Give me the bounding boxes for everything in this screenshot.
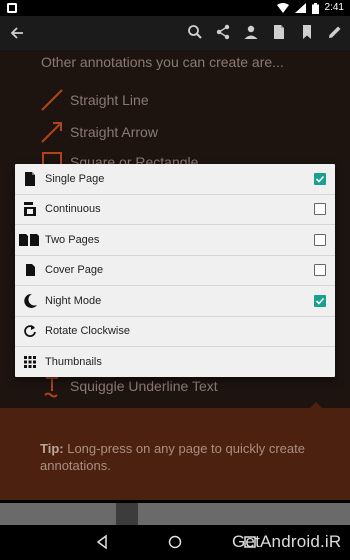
cover-page-checkbox[interactable] xyxy=(314,264,326,277)
moon-icon xyxy=(19,290,41,312)
app-toolbar xyxy=(0,16,350,50)
arrow-left-icon[interactable] xyxy=(8,24,26,42)
night-mode-checkbox[interactable] xyxy=(314,294,326,307)
annotation-label: Straight Arrow xyxy=(70,124,158,140)
watermark: GetAndroid.iR xyxy=(232,532,342,551)
intro-text: Other annotations you can create are... xyxy=(41,54,284,70)
menu-item-continuous[interactable]: Continuous xyxy=(15,195,335,225)
annotation-label: Squiggle Underline Text xyxy=(70,378,218,394)
tip-label: Tip: xyxy=(40,441,64,456)
page-scrollbar[interactable] xyxy=(0,503,350,525)
menu-item-label: Rotate Clockwise xyxy=(45,325,130,338)
menu-item-label: Night Mode xyxy=(45,294,102,307)
page-icon[interactable] xyxy=(270,23,288,41)
scrollbar-thumb[interactable] xyxy=(116,503,138,525)
account-icon[interactable] xyxy=(242,23,260,41)
battery-icon xyxy=(311,2,319,14)
menu-item-label: Thumbnails xyxy=(45,356,102,369)
two-pages-icon xyxy=(17,229,41,251)
nav-home-icon[interactable] xyxy=(167,534,183,550)
clock: 2:41 xyxy=(324,2,344,13)
wifi-icon xyxy=(276,3,289,13)
annotation-straight-arrow: Straight Arrow xyxy=(40,120,158,144)
text-underline-icon xyxy=(44,377,58,398)
tip-bubble: Tip: Long-press on any page to quickly c… xyxy=(0,408,350,500)
grid-icon xyxy=(19,351,41,373)
pen-icon[interactable] xyxy=(326,23,344,41)
menu-item-label: Continuous xyxy=(45,203,101,216)
annotation-squiggle: Squiggle Underline Text xyxy=(40,374,218,398)
notification-icon xyxy=(7,3,17,13)
rotate-icon xyxy=(19,320,41,342)
menu-item-label: Single Page xyxy=(45,172,105,185)
single-page-checkbox[interactable] xyxy=(314,172,326,185)
single-page-icon xyxy=(19,168,41,190)
arrow-icon xyxy=(41,122,62,143)
annotation-label: Straight Line xyxy=(70,92,149,108)
menu-item-rotate-clockwise[interactable]: Rotate Clockwise xyxy=(15,317,335,347)
menu-item-two-pages[interactable]: Two Pages xyxy=(15,225,335,256)
bookmark-icon[interactable] xyxy=(298,23,316,41)
menu-item-label: Two Pages xyxy=(45,233,100,246)
continuous-checkbox[interactable] xyxy=(314,203,326,216)
menu-item-night-mode[interactable]: Night Mode xyxy=(15,286,335,317)
view-mode-menu: Single Page Continuous Two Pages Cover P… xyxy=(15,164,335,377)
continuous-icon xyxy=(19,198,41,220)
search-icon[interactable] xyxy=(186,23,204,41)
line-icon xyxy=(41,89,63,111)
menu-item-cover-page[interactable]: Cover Page xyxy=(15,256,335,286)
menu-item-thumbnails[interactable]: Thumbnails xyxy=(15,347,335,378)
signal-icon xyxy=(294,3,306,13)
annotation-straight-line: Straight Line xyxy=(40,88,149,112)
tip-text: Long-press on any page to quickly create… xyxy=(40,441,305,473)
two-pages-checkbox[interactable] xyxy=(314,233,326,246)
status-bar: 2:41 xyxy=(0,0,350,16)
share-icon[interactable] xyxy=(214,23,232,41)
menu-item-label: Cover Page xyxy=(45,264,104,277)
menu-item-single-page[interactable]: Single Page xyxy=(15,164,335,195)
nav-back-icon[interactable] xyxy=(94,534,110,550)
cover-page-icon xyxy=(19,259,41,281)
